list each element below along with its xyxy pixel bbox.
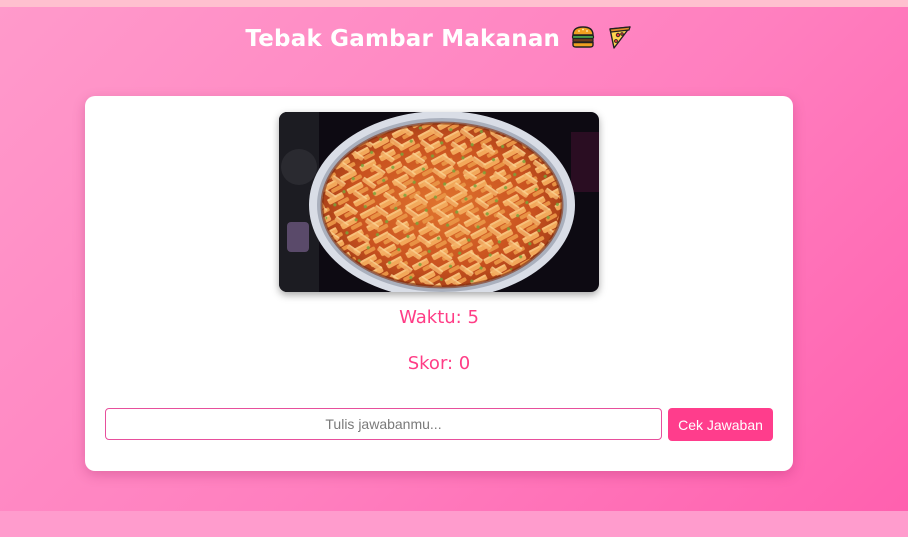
bottom-strip bbox=[0, 511, 908, 537]
hamburger-icon bbox=[570, 24, 596, 56]
page-header: Tebak Gambar Makanan bbox=[0, 24, 878, 56]
game-card: Waktu: 5 Skor: 0 Cek Jawaban bbox=[85, 96, 793, 471]
answer-input[interactable] bbox=[105, 408, 662, 440]
top-strip bbox=[0, 0, 908, 7]
score-display: Skor: 0 bbox=[407, 353, 471, 374]
timer-display: Waktu: 5 bbox=[399, 307, 479, 328]
pizza-icon bbox=[607, 24, 633, 56]
page-title: Tebak Gambar Makanan bbox=[245, 26, 561, 52]
food-image bbox=[279, 112, 599, 292]
check-answer-button[interactable]: Cek Jawaban bbox=[668, 408, 773, 441]
